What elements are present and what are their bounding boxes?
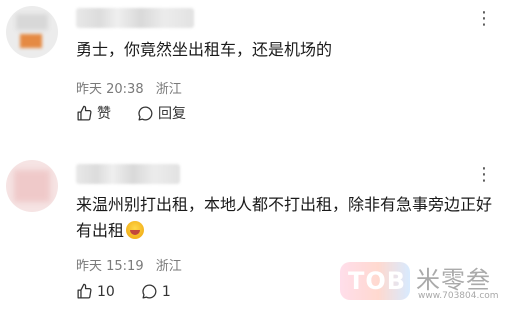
reply-count: 1: [161, 283, 171, 300]
comment-text: 来温州别打出租，本地人都不打出租，除非有急事旁边正好有出租: [76, 192, 498, 244]
comment-actions: 赞 回复: [76, 103, 186, 123]
reply-button[interactable]: 1: [141, 283, 171, 300]
more-dots-icon[interactable]: ⋮: [475, 166, 494, 184]
comment-meta: 昨天 20:38 浙江: [76, 78, 190, 97]
more-dots-icon[interactable]: ⋮: [475, 10, 494, 28]
watermark-url: www.703804.com: [418, 291, 499, 301]
chat-bubble-icon: [138, 105, 153, 121]
reply-button[interactable]: 回复: [137, 103, 186, 123]
username-blurred[interactable]: [76, 164, 180, 184]
comment-time: 昨天 20:38: [76, 82, 144, 97]
like-count: 10: [97, 283, 115, 300]
username-blurred[interactable]: [76, 8, 194, 28]
like-label: 赞: [97, 106, 111, 122]
comment-meta: 昨天 15:19 浙江: [76, 255, 190, 274]
avatar[interactable]: [6, 160, 58, 212]
comment-location: 浙江: [155, 82, 182, 97]
watermark-brand: 米零叁: [416, 266, 491, 294]
comment-time: 昨天 15:19: [76, 259, 144, 274]
comment-item: ⋮ 勇士，你竟然坐出租车，还是机场的 昨天 20:38 浙江 赞 回复: [0, 0, 512, 148]
chat-bubble-icon: [142, 284, 157, 299]
comment-location: 浙江: [155, 259, 182, 274]
like-button[interactable]: 10: [76, 283, 115, 300]
crying-laughing-emoji: [126, 221, 145, 239]
reply-label: 回复: [158, 106, 186, 122]
comment-actions: 10 1: [76, 283, 171, 300]
comment-text: 勇士，你竟然坐出租车，还是机场的: [76, 40, 333, 59]
watermark-badge: TOB: [340, 262, 410, 300]
like-button[interactable]: 赞: [76, 103, 111, 123]
thumbs-up-icon: [77, 105, 92, 121]
avatar[interactable]: [6, 6, 58, 58]
watermark-logo: TOB 米零叁 www.703804.com: [340, 258, 510, 308]
thumbs-up-icon: [77, 283, 92, 299]
